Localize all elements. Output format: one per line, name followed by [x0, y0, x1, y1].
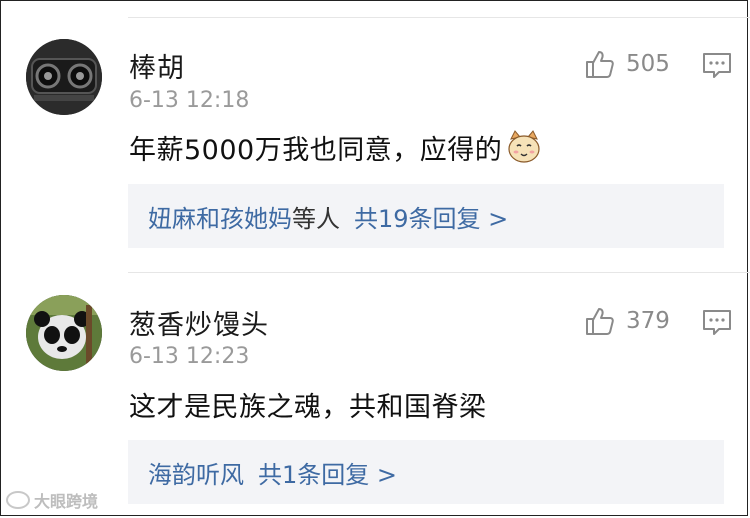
user-avatar[interactable] — [26, 295, 102, 371]
reply-user-names[interactable]: 妞麻和孩她妈 — [148, 199, 292, 234]
thumbs-up-icon — [586, 308, 614, 335]
like-button[interactable]: 379 — [584, 305, 670, 337]
watermark: 大眼跨境 — [6, 488, 98, 512]
comment-time: 6-13 12:23 — [129, 344, 250, 369]
watermark-logo-icon — [6, 491, 30, 509]
comment-content: 年薪5000万我也同意，应得的 — [129, 128, 542, 167]
comment-content: 这才是民族之魂，共和国脊梁 — [129, 392, 487, 423]
comment-text: 年薪5000万我也同意，应得的 — [129, 135, 503, 166]
reply-comment-icon[interactable] — [702, 309, 732, 337]
top-divider — [128, 17, 750, 18]
avatar-panda-image — [26, 295, 102, 371]
comment-time: 6-13 12:18 — [129, 88, 250, 113]
username[interactable]: 棒胡 — [129, 46, 185, 85]
username[interactable]: 葱香炒馒头 — [129, 303, 269, 342]
cat-face-emoji-icon — [508, 130, 540, 163]
reply-comment-icon[interactable] — [702, 52, 732, 80]
view-replies-link[interactable]: 共1条回复 > — [258, 455, 397, 490]
like-count: 505 — [626, 51, 670, 77]
user-avatar[interactable] — [26, 39, 102, 115]
thumbs-up-icon — [586, 51, 614, 78]
like-button[interactable]: 505 — [584, 48, 670, 80]
like-count: 379 — [626, 308, 670, 334]
reply-summary[interactable]: 海韵听风 共1条回复 > — [128, 440, 724, 504]
reply-suffix: 等人 — [292, 204, 340, 233]
reply-summary[interactable]: 妞麻和孩她妈 等人 共19条回复 > — [128, 184, 724, 248]
watermark-text: 大眼跨境 — [34, 492, 99, 511]
view-replies-link[interactable]: 共19条回复 > — [354, 199, 508, 234]
comment-divider — [128, 272, 750, 273]
avatar-car-image — [26, 39, 102, 115]
reply-user-names[interactable]: 海韵听风 — [148, 455, 244, 490]
